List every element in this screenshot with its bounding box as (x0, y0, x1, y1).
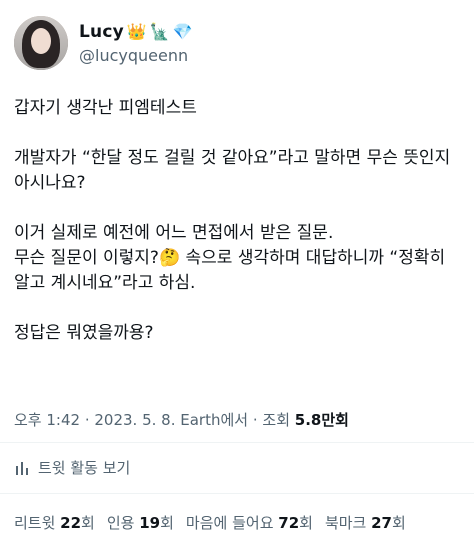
bookmarks-suffix: 회 (392, 514, 406, 532)
divider (0, 493, 474, 494)
divider (0, 442, 474, 443)
retweets-label: 리트윗 (14, 514, 61, 532)
bookmarks-count: 27 (371, 514, 392, 532)
tweet-activity-link[interactable]: 트윗 활동 보기 (14, 457, 130, 478)
tweet-paragraph: 정답은 뭐였을까용? (14, 323, 154, 343)
bookmarks-label: 북마크 (324, 514, 372, 532)
user-handle[interactable]: @lucyqueenn (79, 46, 193, 65)
quotes-stat[interactable]: 인용 19회 (107, 514, 174, 532)
views-label: 조회 (262, 411, 295, 429)
likes-stat[interactable]: 마음에 들어요 72회 (186, 514, 313, 532)
tweet-paragraph: 개발자가 “한달 정도 걸릴 것 같아요”라고 말하면 무슨 뜻인지 아시나요? (14, 148, 456, 193)
tweet-time[interactable]: 오후 1:42 (14, 411, 80, 429)
quotes-count: 19 (139, 514, 161, 532)
meta-separator: · (80, 411, 95, 429)
tweet-header: Lucy 👑 🗽 💎 @lucyqueenn (14, 14, 460, 72)
user-names: Lucy 👑 🗽 💎 @lucyqueenn (79, 21, 193, 65)
tweet-paragraph: 이거 실제로 예전에 어느 면접에서 받은 질문. 무슨 질문이 이렇지?🤔 속… (14, 223, 446, 293)
tweet-paragraph: 갑자기 생각난 피엠테스트 (14, 98, 197, 118)
statue-of-liberty-icon: 🗽 (149, 22, 170, 41)
retweets-count: 22 (60, 514, 82, 532)
display-name[interactable]: Lucy (79, 22, 124, 42)
activity-label: 트윗 활동 보기 (38, 459, 131, 477)
quotes-label: 인용 (106, 514, 140, 532)
tweet-meta: 오후 1:42 · 2023. 5. 8. Earth에서 · 조회 5.8만회 (14, 409, 349, 430)
bar-chart-icon (16, 461, 28, 475)
tweet-stats: 리트윗 22회 인용 19회 마음에 들어요 72회 북마크 27회 (14, 512, 418, 533)
crown-icon: 👑 (126, 22, 147, 41)
views-suffix: 회 (335, 411, 349, 429)
gem-icon: 💎 (172, 22, 193, 41)
avatar[interactable] (14, 16, 68, 70)
bookmarks-stat[interactable]: 북마크 27회 (325, 514, 406, 532)
tweet-source: Earth에서 (175, 411, 249, 429)
likes-suffix: 회 (299, 514, 313, 532)
retweets-stat[interactable]: 리트윗 22회 (14, 514, 95, 532)
meta-separator: · (248, 411, 263, 429)
retweets-suffix: 회 (81, 514, 95, 532)
tweet-date[interactable]: 2023. 5. 8. (94, 411, 175, 429)
quotes-suffix: 회 (160, 514, 174, 532)
likes-label: 마음에 들어요 (185, 514, 279, 532)
display-name-row[interactable]: Lucy 👑 🗽 💎 (79, 21, 193, 43)
avatar-face (31, 28, 51, 54)
likes-count: 72 (278, 514, 300, 532)
tweet-text: 갑자기 생각난 피엠테스트 개발자가 “한달 정도 걸릴 것 같아요”라고 말하… (14, 96, 464, 346)
views-count: 5.8만 (294, 411, 336, 429)
